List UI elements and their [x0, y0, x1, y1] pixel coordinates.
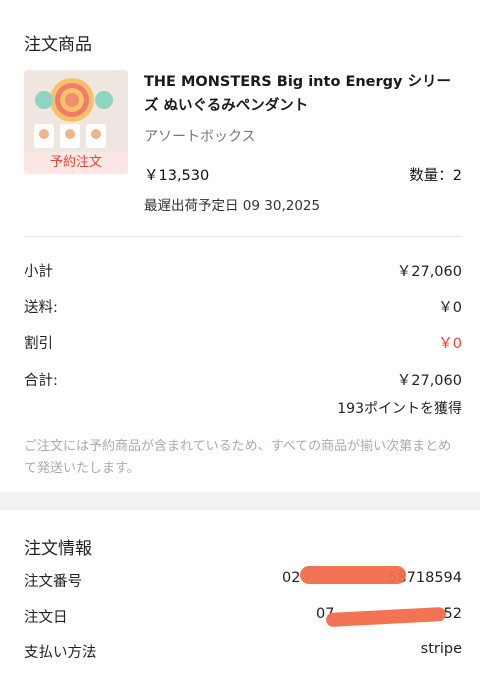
- discount-label: 割引: [24, 336, 53, 352]
- order-number-start: 02: [282, 570, 301, 586]
- order-items-title: 注文商品: [24, 35, 92, 55]
- section-gap: [0, 492, 480, 510]
- product-quantity: 数量：2: [409, 168, 462, 184]
- order-items-section: 注文商品 予約注文 THE MONSTERS Big into Energy シ…: [0, 0, 480, 492]
- order-info-section: 注文情報 注文番号 02 58718594 注文日 07 :52 支払い方法 s…: [0, 510, 480, 682]
- payment-method-value: stripe: [420, 641, 462, 657]
- shipping-label: 送料:: [24, 300, 58, 316]
- total-value: ￥27,060: [396, 373, 462, 389]
- subtotal-value: ￥27,060: [396, 264, 462, 280]
- shipping-value: ￥0: [438, 300, 462, 316]
- product-variant: アソートボックス: [144, 129, 256, 145]
- product-thumbnail[interactable]: 予約注文: [24, 70, 128, 174]
- product-name[interactable]: THE MONSTERS Big into Energy シリーズ ぬいぐるみペ…: [144, 70, 464, 118]
- preorder-tag: 予約注文: [24, 152, 128, 174]
- product-image: [24, 70, 128, 152]
- subtotal-label: 小計: [24, 264, 53, 280]
- preorder-note: ご注文には予約商品が含まれているため、すべての商品が揃い次第まとめて発送いたしま…: [24, 439, 452, 476]
- payment-method-label: 支払い方法: [24, 645, 97, 661]
- total-label: 合計:: [24, 373, 58, 389]
- order-date-label: 注文日: [24, 610, 68, 626]
- order-info-title: 注文情報: [24, 539, 92, 559]
- redaction-mark: [300, 566, 406, 584]
- divider: [24, 236, 462, 237]
- order-number-label: 注文番号: [24, 574, 82, 590]
- points-earned: 193ポイントを獲得: [337, 401, 462, 417]
- discount-value: ￥0: [438, 336, 462, 352]
- ship-date: 最遅出荷予定日 09 30,2025: [144, 198, 321, 214]
- product-price: ￥13,530: [144, 168, 210, 184]
